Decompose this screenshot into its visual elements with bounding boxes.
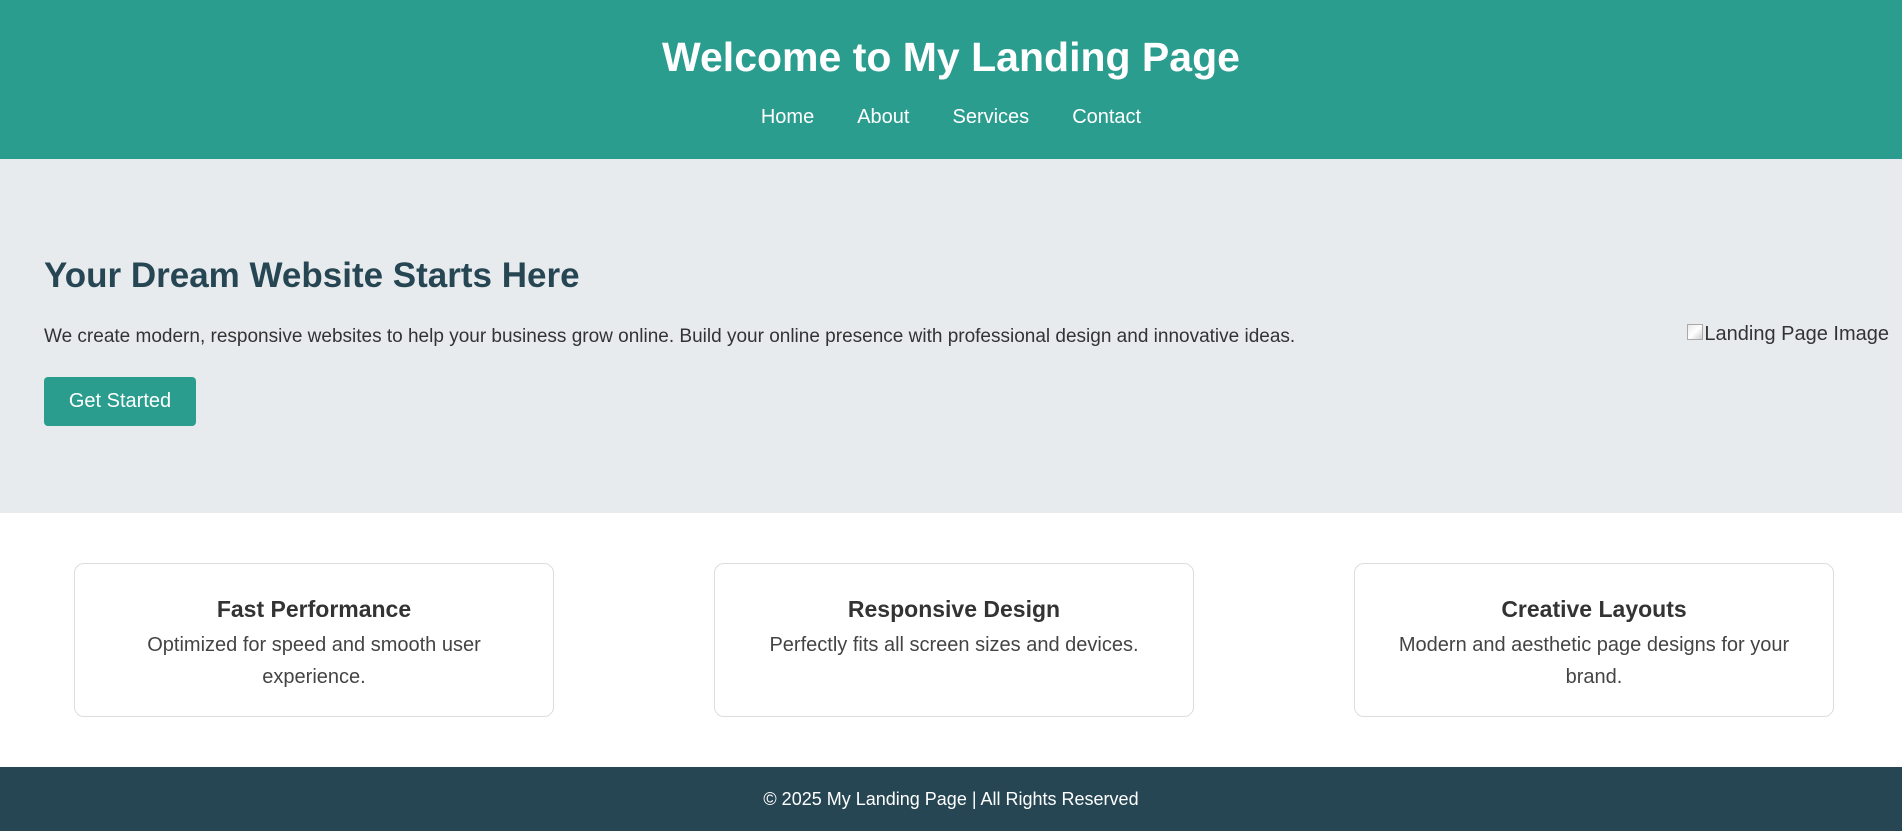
broken-image-icon — [1687, 324, 1704, 340]
features-section: Fast Performance Optimized for speed and… — [0, 513, 1902, 767]
feature-title: Fast Performance — [216, 596, 412, 622]
feature-description: Perfectly fits all screen sizes and devi… — [769, 634, 1139, 656]
site-footer: © 2025 My Landing Page | All Rights Rese… — [0, 767, 1902, 831]
get-started-button[interactable]: Get Started — [44, 377, 196, 426]
nav-link-home[interactable]: Home — [761, 105, 814, 129]
nav-link-services[interactable]: Services — [952, 105, 1029, 129]
hero-description: We create modern, responsive websites to… — [44, 326, 1296, 347]
main-nav: Home About Services Contact — [761, 105, 1141, 129]
nav-link-contact[interactable]: Contact — [1072, 105, 1141, 129]
feature-description: Modern and aesthetic page designs for yo… — [1398, 634, 1790, 688]
hero-title: Your Dream Website Starts Here — [44, 256, 580, 295]
feature-title: Creative Layouts — [1501, 596, 1687, 622]
feature-card-creative-layouts: Creative Layouts Modern and aesthetic pa… — [1354, 563, 1834, 717]
hero-section: Your Dream Website Starts Here We create… — [0, 159, 1902, 513]
site-title: Welcome to My Landing Page — [662, 34, 1240, 80]
feature-description: Optimized for speed and smooth user expe… — [147, 634, 481, 688]
site-header: Welcome to My Landing Page Home About Se… — [0, 0, 1902, 159]
feature-title: Responsive Design — [847, 596, 1061, 622]
feature-card-responsive-design: Responsive Design Perfectly fits all scr… — [714, 563, 1194, 717]
hero-image-alt-text: Landing Page Image — [1704, 323, 1889, 345]
hero-image: Landing Page Image — [1687, 322, 1889, 346]
footer-copyright: © 2025 My Landing Page | All Rights Rese… — [763, 789, 1139, 809]
feature-card-fast-performance: Fast Performance Optimized for speed and… — [74, 563, 554, 717]
nav-link-about[interactable]: About — [857, 105, 909, 129]
